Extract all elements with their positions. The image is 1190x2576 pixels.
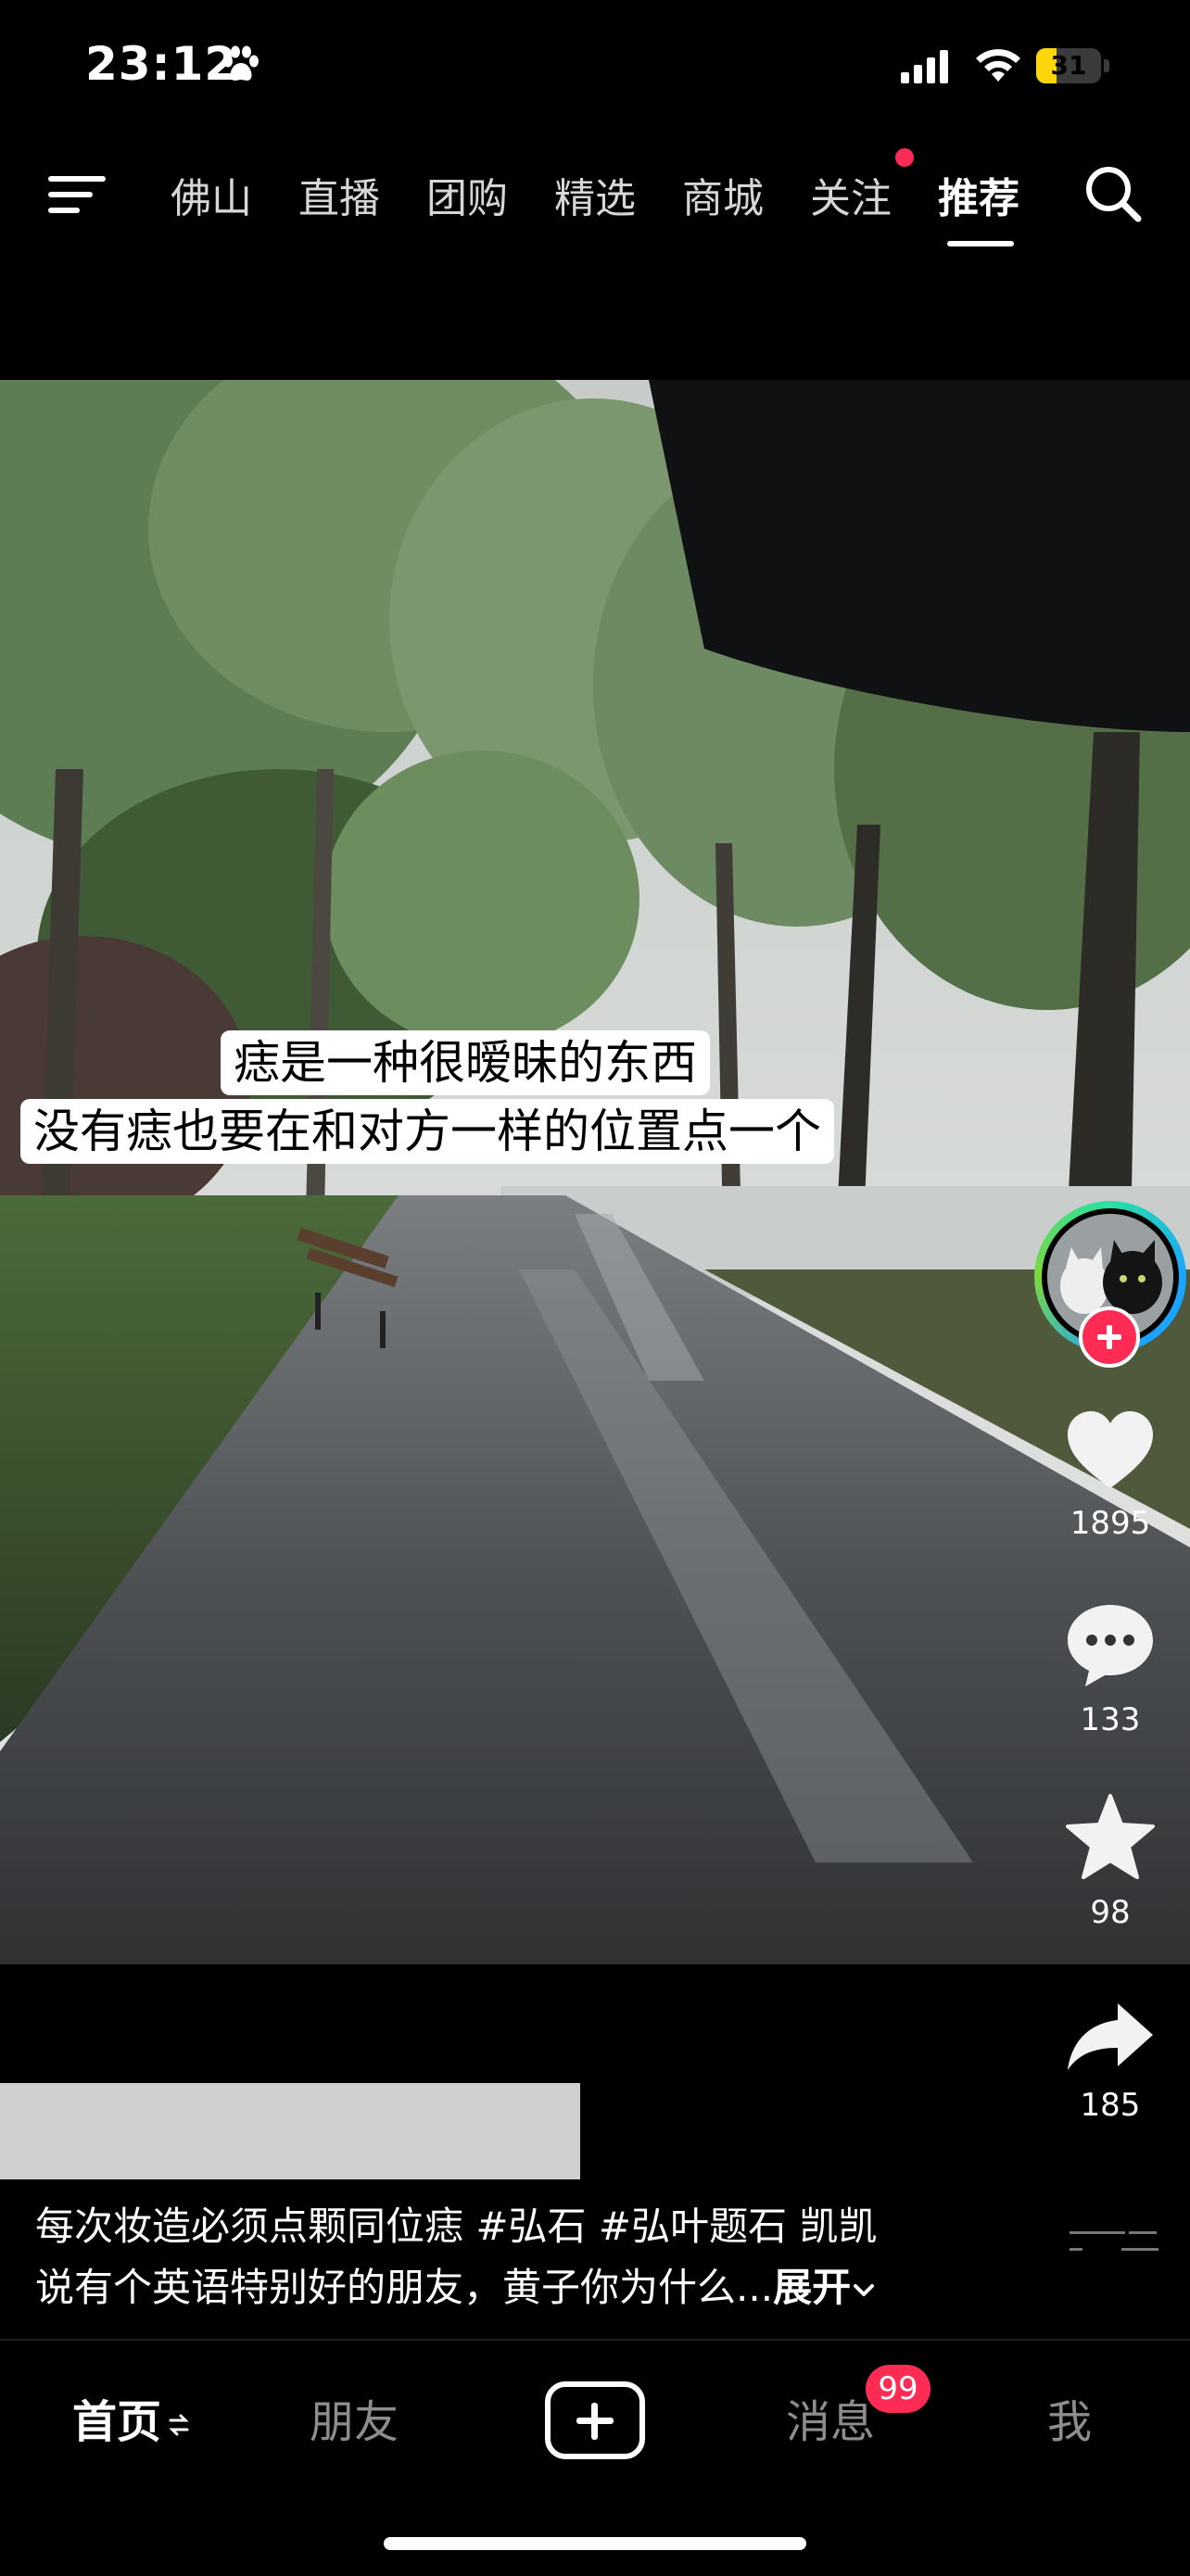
video-description: 每次妆造必须点颗同位痣 #弘石 #弘叶题石 凯凯 说有个英语特别好的朋友，黄子你… (35, 2196, 962, 2318)
tab-live[interactable]: 直播 (298, 165, 380, 224)
paw-icon (223, 45, 259, 81)
heart-icon (1068, 1411, 1153, 1488)
refresh-arrows-icon (169, 2414, 189, 2436)
comment-button[interactable]: 133 (1047, 1601, 1173, 1738)
like-count: 1895 (1070, 1505, 1151, 1542)
nav-messages[interactable]: 消息 (786, 2385, 875, 2450)
author-name-redacted (0, 2083, 580, 2179)
menu-icon[interactable] (48, 169, 106, 217)
share-count: 185 (1080, 2087, 1141, 2124)
tab-group-buy[interactable]: 团购 (426, 165, 508, 224)
create-button[interactable] (545, 2381, 645, 2459)
watermark (1070, 2231, 1158, 2251)
messages-badge: 99 (866, 2365, 930, 2413)
notification-dot (895, 148, 914, 167)
tab-mall[interactable]: 商城 (682, 165, 764, 224)
star-icon (1066, 1794, 1155, 1879)
tab-foshan[interactable]: 佛山 (171, 165, 252, 224)
description-line-1: 每次妆造必须点颗同位痣 #弘石 #弘叶题石 凯凯 (35, 2203, 878, 2249)
active-tab-indicator (947, 241, 1014, 246)
video-caption-line-1: 痣是一种很暧昧的东西 (221, 1030, 710, 1095)
like-button[interactable]: 1895 (1047, 1408, 1173, 1542)
nav-me[interactable]: 我 (1047, 2385, 1092, 2450)
home-indicator (384, 2537, 806, 2550)
tab-featured[interactable]: 精选 (554, 165, 636, 224)
battery-level: 31 (1050, 50, 1087, 81)
wifi-icon (976, 49, 1020, 82)
status-time: 23:12 (85, 37, 238, 91)
status-bar: 23:12 31 (0, 0, 1190, 130)
tab-recommended[interactable]: 推荐 (938, 165, 1019, 224)
chevron-down-icon (854, 2283, 875, 2296)
comment-icon (1068, 1605, 1153, 1686)
nav-friends[interactable]: 朋友 (310, 2385, 399, 2450)
follow-button[interactable] (1079, 1307, 1140, 1368)
comment-count: 133 (1080, 1701, 1141, 1738)
description-line-2: 说有个英语特别好的朋友，黄子你为什么... (35, 2265, 774, 2310)
favorite-button[interactable]: 98 (1047, 1792, 1173, 1931)
search-icon[interactable] (1082, 163, 1144, 224)
tab-following[interactable]: 关注 (810, 165, 892, 224)
cellular-signal-icon (901, 50, 948, 83)
video-frame (0, 380, 1190, 1964)
video-caption-line-2: 没有痣也要在和对方一样的位置点一个 (20, 1099, 834, 1164)
expand-button[interactable]: 展开 (773, 2265, 877, 2310)
share-button[interactable]: 185 (1047, 2000, 1173, 2124)
nav-home[interactable]: 首页 (72, 2385, 191, 2450)
favorite-count: 98 (1090, 1894, 1131, 1931)
top-nav: 佛山 直播 团购 精选 商城 关注 推荐 (0, 148, 1190, 259)
battery-icon: 31 (1036, 48, 1110, 83)
video-player[interactable] (0, 380, 1190, 1964)
share-icon (1068, 2003, 1153, 2070)
